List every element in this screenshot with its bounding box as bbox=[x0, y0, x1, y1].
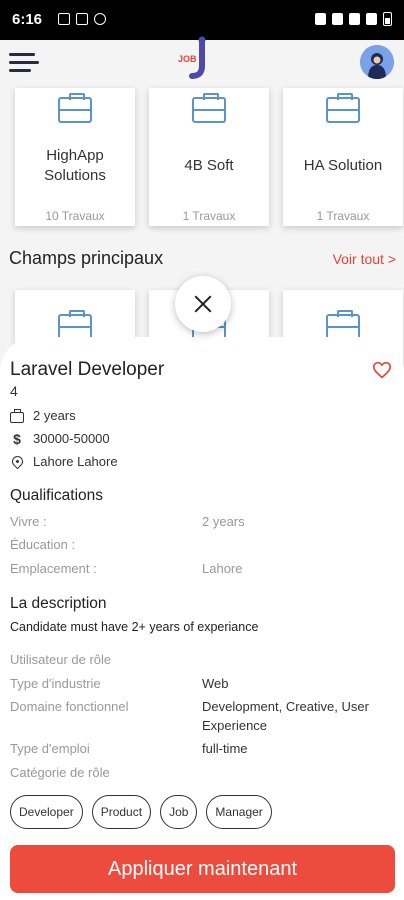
experience-value: 2 years bbox=[33, 408, 76, 423]
apply-button[interactable]: Appliquer maintenant bbox=[10, 845, 395, 893]
image-icon bbox=[58, 13, 70, 25]
menu-icon[interactable] bbox=[9, 53, 39, 73]
company-job-count: 10 Travaux bbox=[45, 209, 105, 223]
system-icons bbox=[315, 12, 392, 26]
location-qual-value: Lahore bbox=[202, 561, 243, 576]
location-label: Emplacement : bbox=[10, 561, 97, 576]
logo-text: JOB bbox=[178, 54, 197, 64]
location-value: Lahore Lahore bbox=[33, 454, 118, 469]
description-heading: La description bbox=[10, 595, 107, 612]
role-category-label: Catégorie de rôle bbox=[10, 765, 110, 780]
job-title: Laravel Developer bbox=[10, 359, 165, 380]
company-name: 4B Soft bbox=[184, 157, 234, 174]
employment-type-label: Type d'emploi bbox=[10, 741, 90, 756]
heart-icon[interactable] bbox=[372, 361, 392, 379]
briefcase-icon bbox=[192, 93, 226, 123]
company-job-count: 1 Travaux bbox=[182, 209, 236, 223]
salary-row: $ 30000-50000 bbox=[10, 431, 110, 446]
experience-row: 2 years bbox=[10, 408, 76, 423]
status-time: 6:16 bbox=[12, 11, 43, 28]
alarm-icon bbox=[315, 13, 326, 25]
status-bar: 6:16 bbox=[0, 0, 404, 40]
signal-icon bbox=[366, 13, 377, 25]
functional-area-value: Development, Creative, User Experience bbox=[202, 699, 369, 733]
wifi-icon bbox=[349, 13, 360, 25]
industry-label: Type d'industrie bbox=[10, 676, 101, 691]
gmail-icon bbox=[76, 13, 88, 25]
avatar[interactable] bbox=[360, 45, 394, 79]
battery-icon bbox=[383, 12, 392, 26]
employment-type-value: full-time bbox=[202, 741, 248, 756]
industry-value: Web bbox=[202, 676, 229, 691]
tag-chip[interactable]: Developer bbox=[10, 795, 83, 829]
section-title: Champs principaux bbox=[9, 248, 164, 268]
briefcase-icon bbox=[10, 408, 24, 423]
role-user-label: Utilisateur de rôle bbox=[10, 652, 112, 667]
app-logo: JOB bbox=[176, 36, 216, 80]
location-row: Lahore Lahore bbox=[9, 453, 118, 470]
tag-list: Developer Product Job Manager bbox=[10, 795, 272, 829]
briefcase-icon bbox=[58, 93, 92, 123]
company-card[interactable]: 4B Soft 1 Travaux bbox=[149, 88, 269, 226]
education-label: Éducation : bbox=[10, 537, 76, 552]
see-all-link[interactable]: Voir tout > bbox=[333, 251, 396, 267]
experience-qual-value: 2 years bbox=[202, 514, 245, 529]
mute-icon bbox=[332, 13, 343, 25]
qualifications-heading: Qualifications bbox=[10, 487, 104, 504]
company-name: HighApp Solutions bbox=[44, 147, 106, 184]
tag-chip[interactable]: Job bbox=[160, 795, 198, 829]
company-name: HA Solution bbox=[303, 157, 383, 174]
job-subtitle: 4 bbox=[10, 383, 18, 399]
functional-area-label: Domaine fonctionnel bbox=[10, 699, 129, 714]
tag-chip[interactable]: Manager bbox=[206, 795, 272, 829]
salary-value: 30000-50000 bbox=[33, 431, 110, 446]
sync-icon bbox=[94, 13, 106, 25]
company-card[interactable]: HA Solution 1 Travaux bbox=[283, 88, 403, 226]
description-text: Candidate must have 2+ years of experian… bbox=[10, 620, 259, 634]
briefcase-icon bbox=[326, 93, 360, 123]
dollar-icon: $ bbox=[13, 430, 21, 447]
experience-label: Vivre : bbox=[10, 514, 47, 529]
job-detail-sheet: Laravel Developer 4 2 years $ 30000-5000… bbox=[0, 337, 404, 900]
tag-chip[interactable]: Product bbox=[91, 795, 152, 829]
company-card[interactable]: HighApp Solutions 10 Travaux bbox=[15, 88, 135, 226]
company-job-count: 1 Travaux bbox=[316, 209, 370, 223]
app-header: JOB bbox=[0, 36, 404, 84]
close-button[interactable] bbox=[175, 276, 231, 332]
location-pin-icon bbox=[9, 453, 26, 470]
notification-icons bbox=[58, 13, 106, 25]
